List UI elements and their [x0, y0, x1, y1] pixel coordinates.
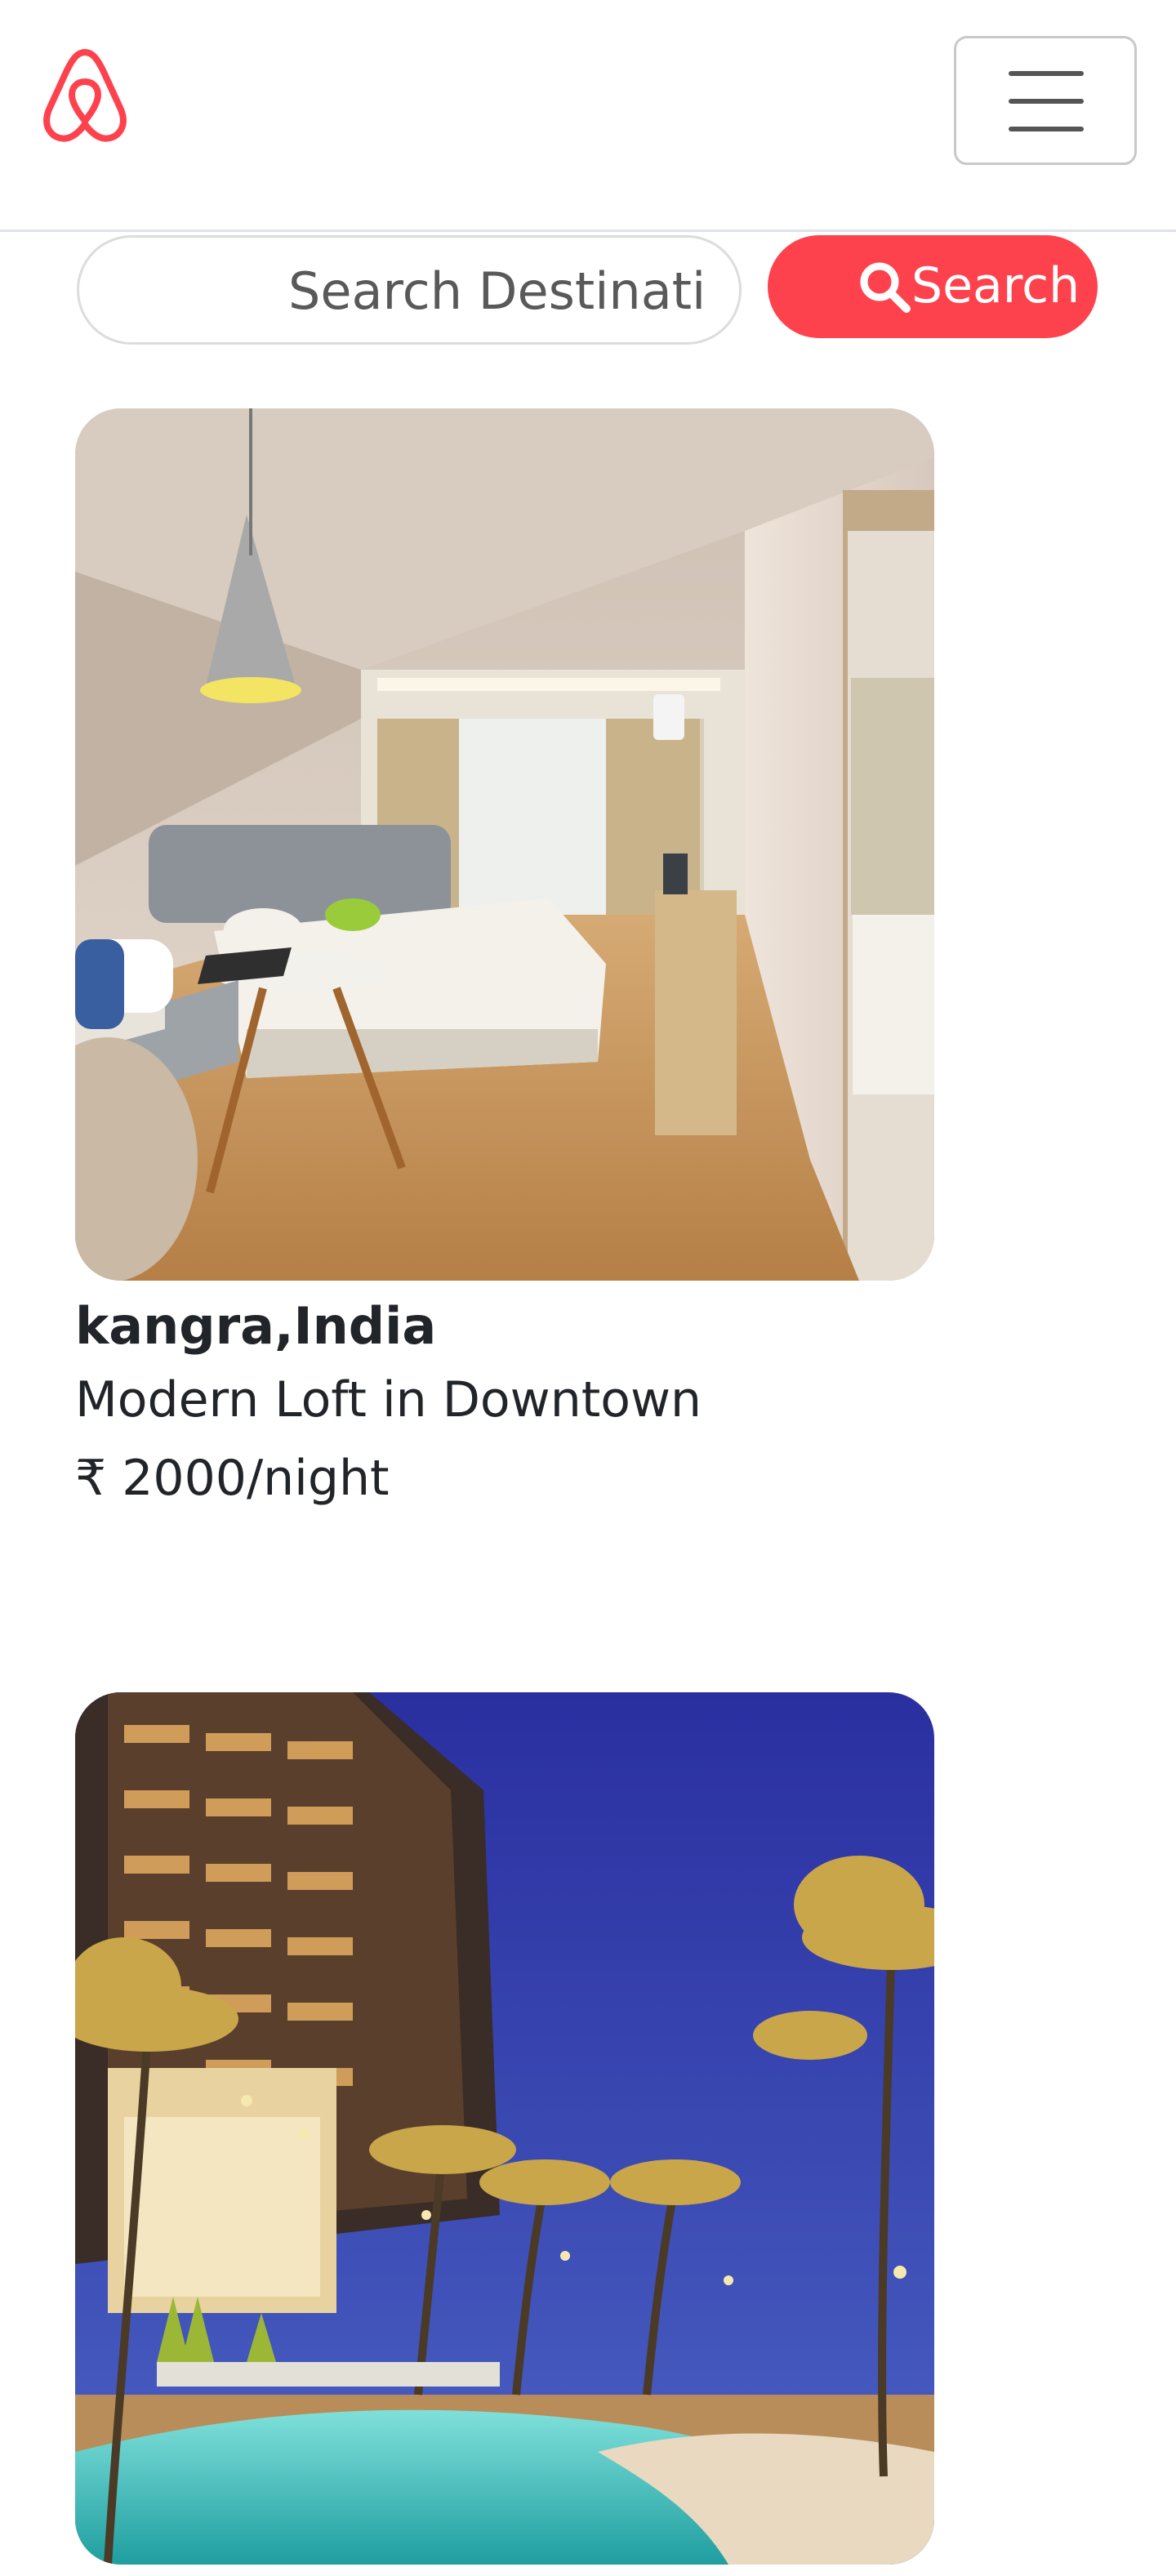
listing-card[interactable]	[75, 1692, 934, 2576]
search-placeholder: Search Destinations	[288, 262, 706, 321]
search-input[interactable]: Search Destinations	[77, 235, 742, 345]
navbar	[0, 0, 1176, 232]
listing-image[interactable]	[75, 408, 934, 1281]
airbnb-logo-icon[interactable]	[39, 46, 131, 144]
listing-title: Modern Loft in Downtown	[75, 1371, 702, 1428]
listing-image[interactable]	[75, 1692, 934, 2565]
listing-location: kangra,India	[75, 1296, 437, 1356]
listing-card[interactable]: kangra,India Modern Loft in Downtown ₹ 2…	[75, 408, 934, 1518]
search-icon	[858, 260, 911, 314]
search-form: Search Destinations Search	[39, 232, 1137, 363]
menu-toggle-button[interactable]	[954, 36, 1137, 165]
search-button[interactable]: Search	[768, 235, 1098, 338]
listing-price: ₹ 2000/night	[75, 1450, 390, 1507]
search-button-label: Search	[911, 257, 1080, 314]
